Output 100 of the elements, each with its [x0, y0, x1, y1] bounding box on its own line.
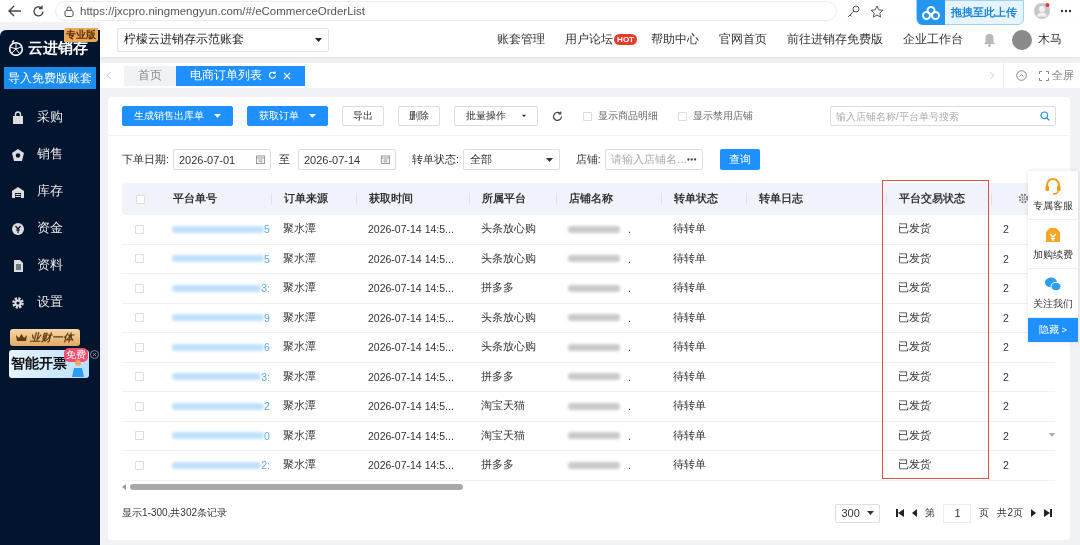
reload-icon[interactable] [32, 4, 45, 18]
bag-icon [11, 110, 25, 125]
column-header: 转单状态 [660, 183, 745, 215]
nav-link[interactable]: 企业工作台 [903, 32, 963, 47]
back-icon[interactable] [8, 5, 22, 17]
first-page-icon[interactable] [896, 509, 905, 517]
row-checkbox[interactable] [135, 342, 144, 352]
table-cell: 已发货 [898, 428, 931, 443]
table-cell: 头条放心购 [481, 310, 536, 325]
table-cell: . [628, 311, 631, 324]
row-checkbox[interactable] [135, 283, 144, 293]
row-checkbox[interactable] [135, 460, 144, 470]
table-cell: . [628, 282, 631, 295]
prev-page-icon[interactable] [912, 509, 918, 517]
fullscreen-button[interactable]: 全屏 [1039, 68, 1074, 83]
search-icon[interactable] [1040, 111, 1050, 121]
row-checkbox[interactable] [135, 313, 144, 323]
account-select[interactable]: 柠檬云进销存示范账套 [117, 27, 329, 52]
checkbox[interactable] [678, 111, 687, 121]
column-header: 店铺名称 [555, 183, 660, 215]
status-select[interactable]: 全部 [462, 149, 560, 170]
key-icon[interactable] [847, 4, 860, 18]
next-page-icon[interactable] [1031, 509, 1036, 517]
service-item[interactable]: 加购续费 [1028, 220, 1078, 269]
cloud-icon [922, 5, 940, 20]
checkbox-label[interactable]: 显示商品明细 [598, 109, 658, 123]
search-field[interactable]: 输入店铺名称/平台单号搜索 [830, 106, 1056, 126]
table-cell: 2026-07-14 14:5... [368, 252, 454, 265]
star-icon[interactable] [870, 4, 884, 18]
nav-link[interactable]: 帮助中心 [651, 32, 699, 47]
upload-drop-badge[interactable]: 拖拽至此上传 [916, 0, 1024, 25]
address-bar[interactable]: https://jxcpro.ningmengyun.com/#/eCommerceOrderList [55, 1, 837, 21]
redacted-text [568, 255, 620, 263]
row-checkbox[interactable] [135, 401, 144, 411]
bell-icon[interactable] [983, 32, 996, 47]
toolbar-button[interactable]: 删除 [398, 106, 440, 126]
toolbar-button[interactable]: 导出 [342, 106, 384, 126]
column-header: 平台交易状态 [885, 183, 990, 215]
nav-link[interactable]: 前往进销存免费版 [787, 32, 883, 47]
field-label: 店铺: [575, 152, 601, 167]
settings-icon[interactable] [1018, 193, 1029, 204]
last-page-icon[interactable] [1044, 509, 1052, 517]
headset-icon [1044, 177, 1062, 195]
table-cell: 已发货 [898, 340, 931, 355]
table-cell: 待转单 [673, 251, 706, 266]
calendar-icon[interactable] [255, 155, 265, 164]
nav-link[interactable]: 官网首页 [719, 32, 767, 47]
redacted-text [568, 402, 620, 410]
sidebar-item[interactable]: 采购 [0, 99, 100, 136]
table-cell: 已发货 [898, 310, 931, 325]
row-checkbox[interactable] [135, 254, 144, 264]
table-cell: 聚水潭 [283, 222, 316, 237]
user-name[interactable]: 木马 [1038, 31, 1062, 48]
table-cell: 2 [1003, 429, 1009, 442]
sidebar-item[interactable]: 销售 [0, 136, 100, 173]
edition-badge: 专业版 [64, 28, 98, 42]
service-item[interactable]: 专属客服 [1028, 171, 1078, 220]
expand-icon [1039, 70, 1049, 81]
chevron-right-icon[interactable] [989, 71, 995, 80]
scroll-down-icon[interactable] [1049, 433, 1055, 437]
redacted-text [568, 284, 620, 292]
sidebar-item[interactable]: 资金 [0, 210, 100, 247]
table-cell: 聚水潭 [283, 458, 316, 473]
table-cell: 2 [1003, 400, 1009, 413]
page-size-select[interactable]: 300 [835, 503, 881, 523]
sidebar-item[interactable]: 库存 [0, 173, 100, 210]
table-cell: . [628, 370, 631, 383]
close-icon[interactable] [90, 350, 99, 359]
refresh-icon[interactable] [552, 110, 563, 122]
profile-icon[interactable] [1034, 3, 1050, 19]
table-cell: 待转单 [673, 458, 706, 473]
nav-link[interactable]: 用户论坛 [565, 32, 614, 47]
row-checkbox[interactable] [135, 224, 144, 234]
calendar-icon[interactable] [380, 155, 390, 164]
date-field[interactable]: 2026-07-14 [297, 149, 396, 170]
more-icon[interactable] [687, 158, 697, 161]
doc-icon [11, 258, 25, 273]
select-all-checkbox[interactable] [136, 194, 145, 204]
chevron-up-circle-icon[interactable] [1016, 70, 1027, 81]
toolbar-button[interactable]: 批量操作 [454, 106, 538, 126]
user-avatar[interactable] [1012, 29, 1032, 50]
date-field[interactable]: 2026-07-01 [172, 149, 271, 170]
page-input[interactable]: 1 [943, 503, 972, 523]
column-header: 转单日志 [745, 183, 885, 215]
lock-icon [64, 5, 74, 17]
table-cell: 聚水潭 [283, 428, 316, 443]
nav-link[interactable]: 账套管理 [497, 32, 546, 47]
search-input[interactable]: 输入店铺名称/平台单号搜索 [836, 107, 1040, 125]
scroll-left-icon[interactable] [122, 484, 126, 490]
checkbox[interactable] [583, 111, 592, 121]
sidebar-item[interactable]: 资料 [0, 247, 100, 284]
sidebar-item[interactable]: 设置 [0, 284, 100, 321]
table-cell: 2026-07-14 14:5... [368, 370, 454, 383]
checkbox-label[interactable]: 显示禁用店铺 [693, 109, 753, 123]
promo-ribbon[interactable]: 业财一体 [10, 329, 80, 346]
chevron-left-icon[interactable] [106, 71, 112, 80]
more-icon[interactable] [1060, 9, 1072, 13]
row-checkbox[interactable] [135, 372, 144, 382]
row-checkbox[interactable] [135, 431, 144, 441]
table-cell: 2 [1003, 223, 1009, 236]
